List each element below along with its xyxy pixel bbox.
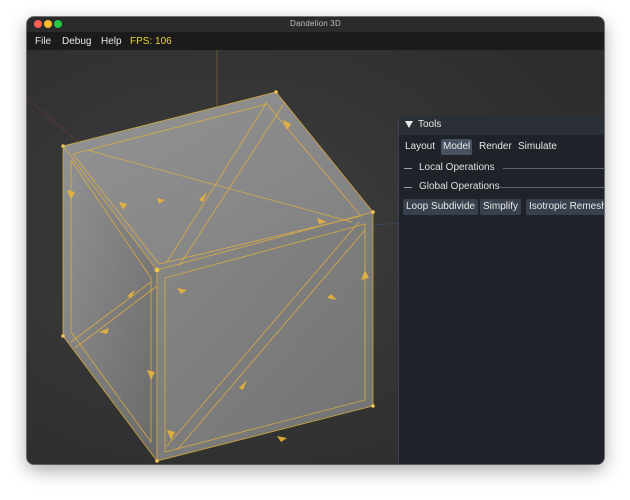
menu-file[interactable]: File [35, 36, 51, 47]
section-global-operations[interactable]: Global Operations [399, 180, 604, 194]
section-label: Local Operations [419, 162, 495, 173]
triangle-down-icon[interactable] [405, 121, 413, 128]
menu-help[interactable]: Help [101, 36, 122, 47]
tools-panel: Tools Layout Model Render Simulate Local… [398, 115, 604, 464]
section-local-operations[interactable]: Local Operations [399, 161, 604, 175]
loop-subdivide-button[interactable]: Loop Subdivide [403, 199, 478, 215]
fps-counter: FPS: 106 [130, 36, 172, 47]
tab-model[interactable]: Model [441, 139, 473, 155]
app-window: Dandelion 3D File Debug Help FPS: 106 To… [27, 17, 604, 464]
window-title: Dandelion 3D [290, 19, 341, 28]
tools-panel-title: Tools [418, 119, 442, 130]
simplify-button[interactable]: Simplify [480, 199, 522, 215]
menu-bar: File Debug Help FPS: 106 [27, 32, 604, 50]
title-bar[interactable]: Dandelion 3D [27, 17, 604, 33]
tab-render[interactable]: Render [477, 139, 514, 155]
menu-debug[interactable]: Debug [62, 36, 91, 47]
section-divider [500, 187, 604, 188]
collapse-dash-icon [404, 168, 412, 169]
isotropic-remesh-button[interactable]: Isotropic Remesh [526, 199, 604, 215]
tab-simulate[interactable]: Simulate [516, 139, 559, 155]
section-label: Global Operations [419, 181, 500, 192]
tools-panel-header[interactable]: Tools [399, 115, 604, 135]
tab-layout[interactable]: Layout [403, 139, 437, 155]
collapse-dash-icon [404, 187, 412, 188]
section-divider [503, 168, 604, 169]
